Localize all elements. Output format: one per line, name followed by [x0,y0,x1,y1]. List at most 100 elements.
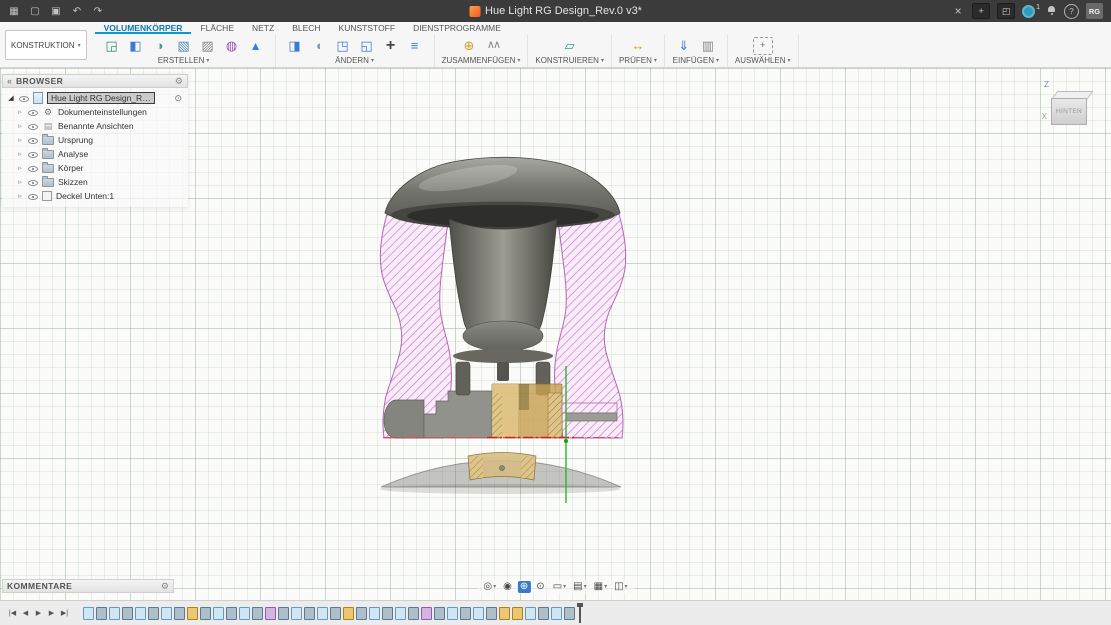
timeline-position-marker[interactable] [579,604,581,623]
timeline-feature[interactable] [564,607,575,620]
panel-settings-gear-icon[interactable]: ⚙ [161,581,169,592]
app-menu-icon[interactable]: ▦ [4,2,24,20]
timeline-feature[interactable] [421,607,432,620]
timeline-feature[interactable] [135,607,146,620]
step-forward-button[interactable]: ▶ [46,607,57,619]
group-label-auswaehlen[interactable]: AUSWÄHLEN▾ [735,56,791,65]
standoff-pin-right[interactable] [536,362,550,395]
press-pull-icon[interactable] [283,36,307,56]
box-icon[interactable] [172,36,196,56]
group-label-konstruieren[interactable]: KONSTRUIEREN▾ [535,56,604,65]
section-wall-right[interactable] [555,214,626,438]
browser-item[interactable]: ▹ Analyse [2,147,188,161]
cone-icon[interactable] [244,36,268,56]
reflector-bottom-dome[interactable] [463,321,543,351]
visibility-eye-icon[interactable] [19,94,29,103]
group-label-erstellen[interactable]: ERSTELLEN▾ [158,56,210,65]
expand-toolbar-button[interactable]: ◰ [997,3,1015,19]
pattern-icon[interactable] [196,36,220,56]
view-cube-face-hinten[interactable]: HINTEN [1051,98,1087,125]
help-icon[interactable]: ? [1064,4,1079,19]
play-button[interactable]: ▶ [33,607,44,619]
new-file-icon[interactable]: ▢ [25,2,45,20]
timeline-feature[interactable] [408,607,419,620]
timeline-feature[interactable] [525,607,536,620]
timeline-feature[interactable] [382,607,393,620]
visibility-eye-icon[interactable] [28,178,38,187]
browser-item[interactable]: ▹ Deckel Unten:1 [2,189,188,203]
browser-item[interactable]: ▹ Skizzen [2,175,188,189]
visibility-eye-icon[interactable] [28,192,38,201]
timeline-feature[interactable] [161,607,172,620]
section-wall-left[interactable] [380,214,451,438]
expand-arrow-icon[interactable]: ◢ [7,94,15,102]
bottom-cover-center[interactable] [468,453,536,481]
zoom-icon[interactable]: ⊙ [534,581,547,593]
screw[interactable] [500,466,505,471]
fillet-icon[interactable] [307,36,331,56]
timeline-feature[interactable] [486,607,497,620]
visibility-eye-icon[interactable] [28,122,38,131]
panel-settings-gear-icon[interactable]: ⚙ [175,76,183,87]
notifications-bell-icon[interactable] [1047,6,1057,16]
align-icon[interactable] [403,36,427,56]
bottom-cover-dome[interactable] [381,461,621,488]
origin-point[interactable] [564,439,568,443]
side-tube-section[interactable] [562,403,617,413]
browser-header[interactable]: « BROWSER ⚙ [2,74,188,88]
timeline-feature[interactable] [460,607,471,620]
viewport-canvas[interactable]: Z HINTEN X « BROWSER ⚙ ◢ Hue Light RG De… [0,68,1111,600]
timeline-feature[interactable] [317,607,328,620]
insert-mesh-icon[interactable] [672,36,696,56]
ribbon-tab[interactable]: FLÄCHE [191,22,243,34]
timeline-feature[interactable] [278,607,289,620]
browser-root-item[interactable]: ◢ Hue Light RG Design_Rev.0 ... ⊙ [2,91,188,105]
visibility-eye-icon[interactable] [28,136,38,145]
expand-arrow-icon[interactable]: ▹ [16,192,24,200]
expand-arrow-icon[interactable]: ▹ [16,178,24,186]
timeline-feature[interactable] [447,607,458,620]
joint-icon[interactable] [481,36,505,56]
browser-item[interactable]: ▹ Körper [2,161,188,175]
timeline-feature[interactable] [473,607,484,620]
grid-settings-icon[interactable]: ▦▾ [592,581,609,593]
expand-arrow-icon[interactable]: ▹ [16,136,24,144]
timeline-feature[interactable] [369,607,380,620]
timeline-feature[interactable] [395,607,406,620]
construction-plane-icon[interactable] [558,36,582,56]
root-item-label[interactable]: Hue Light RG Design_Rev.0 ... [47,92,155,104]
group-label-einfuegen[interactable]: EINFÜGEN▾ [673,56,719,65]
skip-end-button[interactable]: ▶| [59,607,70,619]
ribbon-tab[interactable]: NETZ [243,22,283,34]
timeline-feature[interactable] [551,607,562,620]
browser-item[interactable]: ▹ Benannte Ansichten [2,119,188,133]
new-component-icon[interactable] [457,36,481,56]
timeline-feature[interactable] [239,607,250,620]
ribbon-tab[interactable]: KUNSTSTOFF [330,22,405,34]
socket-body[interactable] [492,384,562,438]
konstruktion-dropdown[interactable]: KONSTRUKTION ▾ [5,30,87,60]
canvas-icon[interactable] [696,36,720,56]
close-document-icon[interactable]: × [951,4,965,18]
step-back-button[interactable]: ◀ [20,607,31,619]
ribbon-tab[interactable]: BLECH [283,22,329,34]
timeline-feature[interactable] [356,607,367,620]
expand-arrow-icon[interactable]: ▹ [16,122,24,130]
undo-icon[interactable]: ↶ [67,2,87,20]
timeline-feature[interactable] [96,607,107,620]
browser-item[interactable]: ▹ Ursprung [2,133,188,147]
expand-arrow-icon[interactable]: ▹ [16,108,24,116]
timeline-feature[interactable] [83,607,94,620]
timeline-feature[interactable] [148,607,159,620]
reflector-cone[interactable] [449,219,557,344]
display-settings-icon[interactable]: ▤▾ [571,581,588,593]
combine-icon[interactable] [355,36,379,56]
collaboration-presence-icon[interactable]: 1 [1022,5,1040,18]
visibility-eye-icon[interactable] [28,164,38,173]
base-step[interactable] [424,391,492,438]
shell-icon[interactable] [331,36,355,56]
create-sketch-icon[interactable] [100,36,124,56]
orbit-icon[interactable]: ◎▾ [481,581,498,593]
standoff-pin-center[interactable] [497,362,509,381]
timeline-feature[interactable] [226,607,237,620]
